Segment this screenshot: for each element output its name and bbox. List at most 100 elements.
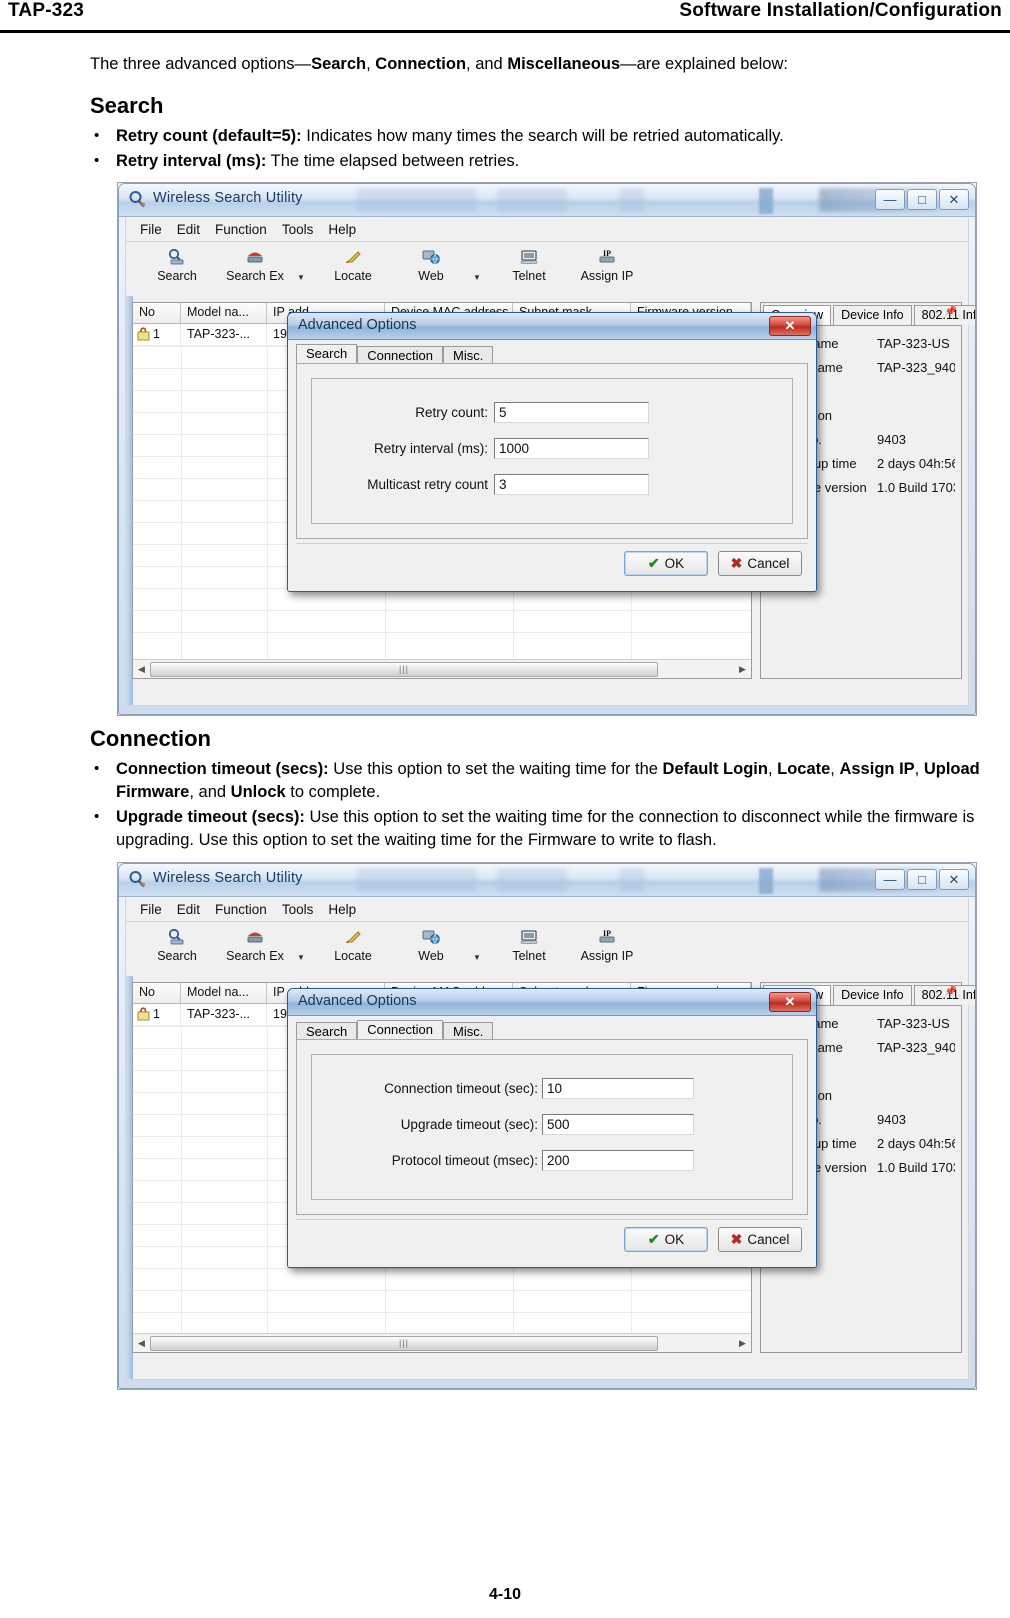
scroll-left-arrow-icon[interactable]: ◀ xyxy=(133,664,150,675)
pin-pane-icon[interactable]: 📌 xyxy=(945,986,957,997)
telnet-monitor-icon xyxy=(519,926,539,948)
toolbar-button-web[interactable]: Web xyxy=(392,244,470,283)
toolbar-button-web[interactable]: Web xyxy=(392,924,470,963)
label-retry-interval: Retry interval (ms): xyxy=(373,440,488,456)
toolbar-label-locate: Locate xyxy=(334,949,372,963)
toolbar-label-web: Web xyxy=(418,269,444,283)
ok-button[interactable]: ✔ OK xyxy=(624,551,708,576)
search-ex-dropdown-caret-icon[interactable]: ▼ xyxy=(294,953,308,962)
minimize-button[interactable]: — xyxy=(875,869,905,890)
scroll-left-arrow-icon[interactable]: ◀ xyxy=(133,1338,150,1349)
info-value-location xyxy=(877,1064,955,1084)
locate-icon xyxy=(343,926,363,948)
bullet-sep-3: , xyxy=(914,760,924,778)
window-title: Wireless Search Utility xyxy=(153,190,303,206)
toolbar-button-search[interactable]: Search xyxy=(138,244,216,283)
menu-bar-2: File Edit Function Tools Help xyxy=(125,898,969,922)
toolbar-button-assign-ip[interactable]: IP Assign IP xyxy=(568,244,646,283)
close-button[interactable]: ✕ xyxy=(939,869,969,890)
input-multicast-retry-count[interactable]: 3 xyxy=(494,473,649,495)
menu-item-tools[interactable]: Tools xyxy=(282,902,314,917)
toolbar-button-search-ex[interactable]: Search Ex xyxy=(216,924,294,963)
intro-suffix: —are explained below: xyxy=(620,55,788,73)
list-item: Connection timeout (secs): Use this opti… xyxy=(90,757,992,804)
bullet-term: Upgrade timeout (secs): xyxy=(116,808,305,826)
menu-item-help[interactable]: Help xyxy=(328,902,356,917)
cancel-button-label: Cancel xyxy=(747,1232,790,1247)
input-upgrade-timeout[interactable]: 500 xyxy=(542,1113,694,1135)
bullet-term: Retry interval (ms): xyxy=(116,152,267,170)
toolbar-button-locate[interactable]: Locate xyxy=(314,924,392,963)
web-dropdown-caret-icon[interactable]: ▼ xyxy=(470,273,484,282)
menu-item-file[interactable]: File xyxy=(140,902,162,917)
web-dropdown-caret-icon[interactable]: ▼ xyxy=(470,953,484,962)
ok-button[interactable]: ✔ OK xyxy=(624,1227,708,1252)
menu-item-edit[interactable]: Edit xyxy=(177,222,200,237)
dialog-titlebar: Advanced Options ✕ xyxy=(288,989,816,1016)
column-header-model-name[interactable]: Model na... xyxy=(181,303,267,323)
toolbar-button-locate[interactable]: Locate xyxy=(314,244,392,283)
toolbar-button-telnet[interactable]: Telnet xyxy=(490,244,568,283)
minimize-button[interactable]: — xyxy=(875,189,905,210)
cancel-button[interactable]: ✖ Cancel xyxy=(718,1227,802,1252)
cancel-button[interactable]: ✖ Cancel xyxy=(718,551,802,576)
document-body: The three advanced options—Search, Conne… xyxy=(0,34,1010,175)
input-retry-count[interactable]: 5 xyxy=(494,401,649,423)
assign-ip-icon: IP xyxy=(595,926,619,948)
dialog-titlebar: Advanced Options ✕ xyxy=(288,313,816,340)
menu-item-edit[interactable]: Edit xyxy=(177,902,200,917)
toolbar-button-telnet[interactable]: Telnet xyxy=(490,924,568,963)
info-value-firmware-version: 1.0 Build 1703311 xyxy=(877,1160,955,1175)
close-button[interactable]: ✕ xyxy=(939,189,969,210)
window-controls-2: — □ ✕ xyxy=(875,869,969,890)
info-value-model-name: TAP-323-US xyxy=(877,336,950,351)
list-item: Upgrade timeout (secs): Use this option … xyxy=(90,805,992,852)
input-retry-interval[interactable]: 1000 xyxy=(494,437,649,459)
scroll-right-arrow-icon[interactable]: ▶ xyxy=(734,1338,751,1349)
menu-item-function[interactable]: Function xyxy=(215,902,267,917)
bullet-term: Retry count (default=5): xyxy=(116,127,302,145)
locked-device-icon xyxy=(137,327,150,341)
intro-term-misc: Miscellaneous xyxy=(507,55,621,73)
scrollbar-thumb[interactable]: ||| xyxy=(150,661,658,677)
toolbar-label-locate: Locate xyxy=(334,269,372,283)
input-connection-timeout[interactable]: 10 xyxy=(542,1077,694,1099)
column-header-no[interactable]: No xyxy=(133,303,181,323)
menu-item-file[interactable]: File xyxy=(140,222,162,237)
dialog-footer: ✔ OK ✖ Cancel xyxy=(296,1219,808,1259)
menu-item-tools[interactable]: Tools xyxy=(282,222,314,237)
menu-item-help[interactable]: Help xyxy=(328,222,356,237)
column-header-no[interactable]: No xyxy=(133,983,181,1003)
dialog-tab-connection[interactable]: Connection xyxy=(357,1020,443,1040)
horizontal-scrollbar-2[interactable]: ◀ ||| ▶ xyxy=(133,1333,751,1352)
dialog-body: Search Connection Misc. Retry count: 5 R… xyxy=(288,340,816,591)
maximize-button[interactable]: □ xyxy=(907,869,937,890)
horizontal-scrollbar[interactable]: ◀ ||| ▶ xyxy=(133,659,751,678)
intro-paragraph: The three advanced options—Search, Conne… xyxy=(90,53,980,75)
search-bullet-list: Retry count (default=5): Indicates how m… xyxy=(90,124,992,173)
intro-sep-2: , and xyxy=(466,55,508,73)
dialog-tab-search[interactable]: Search xyxy=(296,344,358,364)
toolbar-label-search-ex: Search Ex xyxy=(226,269,284,283)
web-globe-icon xyxy=(421,926,441,948)
maximize-button[interactable]: □ xyxy=(907,189,937,210)
tab-device-info[interactable]: Device Info xyxy=(833,305,912,325)
toolbar-button-assign-ip[interactable]: IP Assign IP xyxy=(568,924,646,963)
dialog-close-button[interactable]: ✕ xyxy=(769,992,811,1012)
tab-device-info[interactable]: Device Info xyxy=(833,985,912,1005)
toolbar-button-search[interactable]: Search xyxy=(138,924,216,963)
scroll-right-arrow-icon[interactable]: ▶ xyxy=(734,664,751,675)
bullet-bold-assign-ip: Assign IP xyxy=(839,760,915,778)
menu-item-function[interactable]: Function xyxy=(215,222,267,237)
ok-button-label: OK xyxy=(664,1232,685,1247)
dialog-tab-strip: Search Connection Misc. xyxy=(296,344,808,365)
bullet-text: Indicates how many times the search will… xyxy=(301,127,784,145)
scrollbar-thumb[interactable]: ||| xyxy=(150,1335,658,1351)
search-ex-dropdown-caret-icon[interactable]: ▼ xyxy=(294,273,308,282)
toolbar-button-search-ex[interactable]: Search Ex xyxy=(216,244,294,283)
pin-pane-icon[interactable]: 📌 xyxy=(945,306,957,317)
column-header-model-name[interactable]: Model na... xyxy=(181,983,267,1003)
dialog-close-button[interactable]: ✕ xyxy=(769,316,811,336)
intro-term-connection: Connection xyxy=(375,55,467,73)
input-protocol-timeout[interactable]: 200 xyxy=(542,1149,694,1171)
